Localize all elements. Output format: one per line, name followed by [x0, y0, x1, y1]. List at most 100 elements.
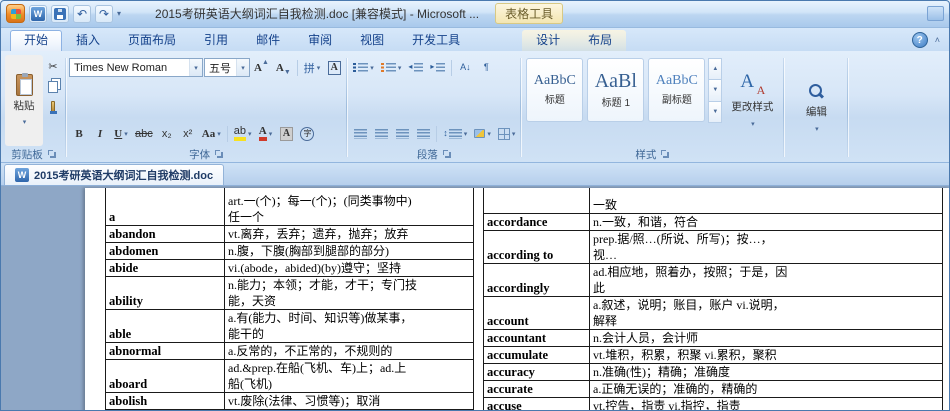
- word-cell[interactable]: abide: [105, 258, 225, 277]
- highlight-color-button[interactable]: ab: [231, 124, 255, 143]
- definition-cell[interactable]: a.叙述，说明；账目，账户 vi.说明， 解释: [589, 295, 943, 330]
- bold-button[interactable]: B: [69, 124, 89, 143]
- font-color-button[interactable]: A: [255, 124, 275, 143]
- increase-indent-button[interactable]: [427, 58, 448, 77]
- align-center-button[interactable]: [371, 124, 391, 143]
- word-cell[interactable]: abnormal: [105, 341, 225, 360]
- strikethrough-button[interactable]: abc: [132, 124, 156, 143]
- borders-button[interactable]: [495, 124, 519, 143]
- dialog-launcher-icon[interactable]: [215, 149, 224, 159]
- gallery-down-button[interactable]: ▼: [708, 79, 723, 102]
- font-size-combo[interactable]: 五号 ▾: [204, 58, 250, 77]
- word-cell[interactable]: a: [105, 188, 225, 226]
- superscript-button[interactable]: x²: [178, 124, 198, 143]
- subscript-button[interactable]: x₂: [157, 124, 177, 143]
- definition-cell[interactable]: vt.离弃，丢弃；遗弃，抛弃；放弃: [224, 224, 474, 243]
- definition-cell[interactable]: 一致: [589, 188, 943, 214]
- tab-table-layout[interactable]: 布局: [574, 30, 626, 51]
- style-card-heading1[interactable]: AaBl 标题 1: [587, 58, 645, 122]
- word-cell[interactable]: aboard: [105, 358, 225, 393]
- definition-cell[interactable]: vi.(abode，abided)(by)遵守；坚持: [224, 258, 474, 277]
- definition-cell[interactable]: n.一致，和谐，符合: [589, 212, 943, 231]
- tab-page-layout[interactable]: 页面布局: [114, 30, 190, 51]
- word-cell[interactable]: [483, 188, 590, 214]
- definition-cell[interactable]: n.腹，下腹(胸部到腿部的部分): [224, 241, 474, 260]
- align-left-button[interactable]: [350, 124, 370, 143]
- office-button[interactable]: [6, 4, 25, 23]
- paste-button[interactable]: 粘贴: [5, 55, 43, 146]
- document-page[interactable]: a art.一(个)；每一(个)；(同类事物中) 任一个 abandon vt.离弃…: [85, 188, 950, 411]
- chevron-down-icon[interactable]: ▾: [236, 59, 249, 76]
- word-cell[interactable]: abdomen: [105, 241, 225, 260]
- show-hide-marks-button[interactable]: ¶: [476, 58, 496, 77]
- style-card-subtitle[interactable]: AaBbC 副标题: [648, 58, 706, 122]
- document-area[interactable]: a art.一(个)；每一(个)；(同类事物中) 任一个 abandon vt.离弃…: [0, 186, 950, 411]
- definition-cell[interactable]: n.能力；本领；才能，才干；专门技 能，天资: [224, 275, 474, 310]
- italic-button[interactable]: I: [90, 124, 110, 143]
- gallery-expand-button[interactable]: ▼: [708, 100, 723, 123]
- tab-references[interactable]: 引用: [190, 30, 242, 51]
- align-right-button[interactable]: [392, 124, 412, 143]
- format-painter-button[interactable]: [43, 97, 63, 116]
- bullets-button[interactable]: [350, 58, 377, 77]
- shading-button[interactable]: [471, 124, 494, 143]
- word-cell[interactable]: abolish: [105, 391, 225, 410]
- dialog-launcher-icon[interactable]: [47, 149, 57, 159]
- word-cell[interactable]: able: [105, 308, 225, 343]
- character-border-button[interactable]: A: [324, 58, 344, 77]
- decrease-indent-button[interactable]: [405, 58, 426, 77]
- qat-customize-dropdown[interactable]: ▾: [117, 9, 121, 18]
- definition-cell[interactable]: art.一(个)；每一(个)；(同类事物中) 任一个: [224, 188, 474, 226]
- word-cell[interactable]: accountant: [483, 328, 590, 347]
- dialog-launcher-icon[interactable]: [661, 149, 670, 159]
- tab-developer[interactable]: 开发工具: [398, 30, 474, 51]
- change-styles-button[interactable]: AA 更改样式: [723, 55, 781, 146]
- word-cell[interactable]: accordingly: [483, 262, 590, 297]
- window-control-button[interactable]: [927, 6, 944, 21]
- tab-review[interactable]: 审阅: [294, 30, 346, 51]
- gallery-up-button[interactable]: ▲: [708, 58, 723, 81]
- word-cell[interactable]: accordance: [483, 212, 590, 231]
- definition-cell[interactable]: n.会计人员，会计师: [589, 328, 943, 347]
- word-cell[interactable]: accurate: [483, 379, 590, 398]
- cut-button[interactable]: ✂: [43, 57, 63, 76]
- save-button[interactable]: [51, 4, 69, 23]
- tab-insert[interactable]: 插入: [62, 30, 114, 51]
- word-app-button[interactable]: [29, 4, 47, 23]
- font-name-combo[interactable]: Times New Roman ▾: [69, 58, 203, 77]
- document-tab[interactable]: 2015考研英语大纲词汇自我检测.doc: [4, 164, 225, 185]
- tab-mailings[interactable]: 邮件: [242, 30, 294, 51]
- definition-cell[interactable]: ad.&prep.在船(飞机、车)上；ad.上 船(飞机): [224, 358, 474, 393]
- word-cell[interactable]: account: [483, 295, 590, 330]
- word-cell[interactable]: accumulate: [483, 345, 590, 364]
- tab-home[interactable]: 开始: [10, 30, 63, 51]
- pinyin-guide-button[interactable]: 拼: [301, 58, 324, 77]
- definition-cell[interactable]: vt.废除(法律、习惯等)；取消: [224, 391, 474, 410]
- undo-button[interactable]: ↶: [73, 4, 91, 23]
- definition-cell[interactable]: a.有(能力、时间、知识等)做某事， 能干的: [224, 308, 474, 343]
- editing-button[interactable]: 编辑: [787, 55, 845, 162]
- help-icon[interactable]: ?: [911, 32, 928, 48]
- copy-button[interactable]: [43, 77, 63, 96]
- tab-view[interactable]: 视图: [346, 30, 398, 51]
- justify-button[interactable]: [413, 124, 433, 143]
- numbering-button[interactable]: [378, 58, 405, 77]
- definition-cell[interactable]: n.准确(性)；精确；准确度: [589, 362, 943, 381]
- word-cell[interactable]: ability: [105, 275, 225, 310]
- word-cell[interactable]: according to: [483, 229, 590, 264]
- definition-cell[interactable]: vt.控告，指责 vi.指控，指责: [589, 396, 943, 411]
- word-cell[interactable]: accuracy: [483, 362, 590, 381]
- definition-cell[interactable]: vt.堆积，积累，积聚 vi.累积，聚积: [589, 345, 943, 364]
- shrink-font-button[interactable]: A ▼: [273, 58, 294, 77]
- chevron-down-icon[interactable]: ▾: [189, 59, 202, 76]
- word-cell[interactable]: abandon: [105, 224, 225, 243]
- definition-cell[interactable]: a.反常的，不正常的，不规则的: [224, 341, 474, 360]
- redo-button[interactable]: ↷: [95, 4, 113, 23]
- grow-font-button[interactable]: A ▲: [251, 58, 272, 77]
- tab-table-design[interactable]: 设计: [522, 30, 574, 51]
- dialog-launcher-icon[interactable]: [442, 149, 452, 159]
- definition-cell[interactable]: prep.据/照…(所说、所写)；按…， 视…: [589, 229, 943, 264]
- definition-cell[interactable]: ad.相应地，照着办，按照；于是，因 此: [589, 262, 943, 297]
- character-shading-button[interactable]: A: [276, 124, 296, 143]
- sort-button[interactable]: A↓: [455, 58, 475, 77]
